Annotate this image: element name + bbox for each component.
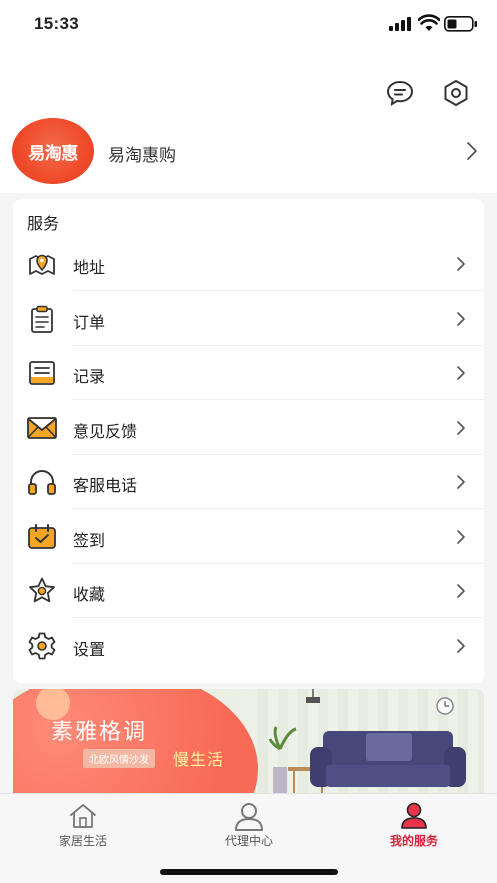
- service-item-orders[interactable]: 订单: [13, 292, 484, 346]
- chevron-right-icon[interactable]: [466, 141, 478, 161]
- map-pin-icon: [29, 254, 55, 275]
- wifi-icon: [418, 14, 440, 31]
- banner-title: 素雅格调: [51, 719, 148, 744]
- service-item-label: 地址: [73, 260, 106, 277]
- battery-icon: [444, 16, 477, 32]
- record-icon: [29, 361, 55, 385]
- divider: [73, 617, 484, 618]
- divider: [73, 290, 484, 291]
- service-item-records[interactable]: 记录: [13, 346, 484, 400]
- sofa-illustration-icon: [268, 689, 466, 793]
- message-icon[interactable]: [385, 78, 415, 108]
- settings-hex-icon[interactable]: [441, 78, 471, 108]
- service-item-label: 收藏: [73, 587, 106, 604]
- service-item-feedback[interactable]: 意见反馈: [13, 401, 484, 455]
- home-icon: [70, 804, 96, 828]
- banner-slogan: 慢生活: [173, 752, 225, 769]
- promo-banner[interactable]: 素雅格调 北欧风情沙发 慢生活: [13, 689, 484, 793]
- service-item-favorites[interactable]: 收藏: [13, 564, 484, 618]
- person-active-icon: [401, 802, 427, 829]
- section-title: 服务: [27, 216, 60, 233]
- tab-label: 家居生活: [58, 834, 107, 848]
- chevron-right-icon: [457, 421, 465, 435]
- chevron-right-icon: [457, 639, 465, 653]
- service-item-label: 意见反馈: [73, 424, 138, 441]
- avatar-logo-text: 易淘惠: [28, 144, 78, 163]
- services-card: 服务 地址 订单 记录 意见反馈 客服电话 签到 收藏 设置: [13, 199, 484, 683]
- service-item-label: 客服电话: [73, 478, 138, 495]
- service-item-settings[interactable]: 设置: [13, 619, 484, 673]
- service-item-label: 设置: [73, 642, 106, 659]
- gear-icon: [28, 632, 56, 660]
- service-item-label: 签到: [73, 533, 106, 550]
- chevron-right-icon: [457, 584, 465, 598]
- chevron-right-icon: [457, 530, 465, 544]
- status-time: 15:33: [34, 14, 79, 33]
- tab-my-services[interactable]: 我的服务: [331, 794, 497, 854]
- tab-agent-center[interactable]: 代理中心: [166, 794, 332, 854]
- chevron-right-icon: [457, 366, 465, 380]
- headphones-icon: [28, 470, 56, 495]
- person-icon: [235, 803, 263, 831]
- clipboard-icon: [31, 305, 53, 333]
- tab-label: 我的服务: [389, 834, 438, 848]
- calendar-check-icon: [28, 524, 56, 549]
- status-bar: 15:33: [0, 0, 497, 52]
- service-item-checkin[interactable]: 签到: [13, 510, 484, 564]
- service-item-label: 记录: [73, 369, 106, 386]
- username[interactable]: 易淘惠购: [108, 141, 176, 166]
- star-icon: [29, 577, 55, 603]
- service-item-customer-phone[interactable]: 客服电话: [13, 455, 484, 509]
- chevron-right-icon: [457, 312, 465, 326]
- chevron-right-icon: [457, 257, 465, 271]
- chevron-right-icon: [457, 475, 465, 489]
- home-indicator: [160, 869, 338, 875]
- tab-label: 代理中心: [224, 834, 273, 848]
- banner-tag: 北欧风情沙发: [83, 749, 155, 768]
- service-item-label: 订单: [73, 315, 106, 332]
- envelope-icon: [27, 417, 57, 439]
- divider: [73, 508, 484, 509]
- cellular-signal-icon: [389, 17, 411, 31]
- profile-header: 易淘惠 易淘惠购: [0, 52, 497, 193]
- divider: [73, 399, 484, 400]
- avatar[interactable]: 易淘惠: [12, 118, 94, 184]
- service-item-address[interactable]: 地址: [13, 237, 484, 291]
- tab-home-living[interactable]: 家居生活: [0, 794, 166, 854]
